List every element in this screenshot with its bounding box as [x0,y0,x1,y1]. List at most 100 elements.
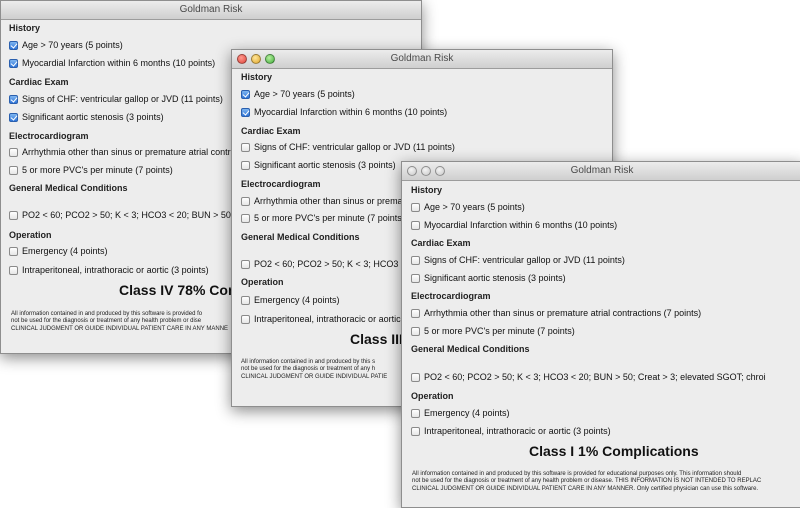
option-emergency[interactable]: Emergency (4 points) [411,408,510,418]
option-mi[interactable]: Myocardial Infarction within 6 months (1… [411,220,617,230]
option-chf-label: Signs of CHF: ventricular gallop or JVD … [254,142,455,152]
cardiac-exam-heading: Cardiac Exam [241,126,301,136]
electrocardiogram-heading: Electrocardiogram [411,291,491,301]
option-emergency-label: Emergency (4 points) [22,246,108,256]
option-mi[interactable]: Myocardial Infarction within 6 months (1… [9,58,215,68]
title-bar[interactable]: Goldman Risk [232,50,612,69]
checkbox[interactable] [241,160,250,170]
disclaimer: All information contained in and produce… [11,311,228,333]
checkbox[interactable] [411,408,420,418]
checkbox[interactable] [9,210,18,220]
checkbox[interactable] [411,372,420,382]
option-chf[interactable]: Signs of CHF: ventricular gallop or JVD … [411,255,625,265]
option-aortic-label: Significant aortic stenosis (3 points) [22,112,164,122]
option-emergency-label: Emergency (4 points) [254,295,340,305]
option-intraperitoneal[interactable]: Intraperitoneal, intrathoracic or aortic [241,314,401,324]
option-age-label: Age > 70 years (5 points) [22,40,123,50]
option-arrhythmia[interactable]: Arrhythmia other than sinus or prema [241,196,403,206]
disclaimer-line: All information contained in and produce… [412,471,742,477]
operation-heading: Operation [9,230,52,240]
checkbox[interactable] [9,246,18,256]
history-heading: History [241,72,273,82]
option-age-label: Age > 70 years (5 points) [424,202,525,212]
checkbox-checked[interactable] [241,107,250,117]
disclaimer-line: All information contained in and produce… [241,359,376,365]
option-aortic[interactable]: Significant aortic stenosis (3 points) [241,160,396,170]
option-pvc[interactable]: 5 or more PVC's per minute (7 points) [241,213,405,223]
window-title: Goldman Risk [390,53,454,64]
checkbox[interactable] [241,196,250,206]
option-intraperitoneal[interactable]: Intraperitoneal, intrathoracic or aortic… [411,426,611,436]
option-mi-label: Myocardial Infarction within 6 months (1… [424,220,618,230]
risk-result: Class IV 78% Com [119,282,241,298]
option-age[interactable]: Age > 70 years (5 points) [241,89,355,99]
disclaimer-line: CLINICAL JUDGMENT OR GUIDE INDIVIDUAL PA… [412,485,759,492]
option-age[interactable]: Age > 70 years (5 points) [411,202,525,212]
option-aortic[interactable]: Significant aortic stenosis (3 points) [411,273,566,283]
checkbox[interactable] [411,202,420,212]
option-mi[interactable]: Myocardial Infarction within 6 months (1… [241,107,447,117]
disclaimer-line: not be used for the diagnosis or treatme… [412,478,762,485]
checkbox[interactable] [411,220,420,230]
option-emergency[interactable]: Emergency (4 points) [9,246,108,256]
option-general[interactable]: PO2 < 60; PCO2 > 50; K < 3; HCO3 < 20; B… [411,372,766,382]
option-chf[interactable]: Signs of CHF: ventricular gallop or JVD … [241,142,455,152]
goldman-window-3: Goldman Risk History Age > 70 years (5 p… [401,161,800,508]
checkbox[interactable] [241,314,250,324]
option-intra-label: Intraperitoneal, intrathoracic or aortic [254,314,401,324]
window-title: Goldman Risk [179,4,243,15]
risk-result: Class I 1% Complications [529,443,699,459]
option-emergency[interactable]: Emergency (4 points) [241,295,340,305]
option-mi-label: Myocardial Infarction within 6 months (1… [254,107,448,117]
general-conditions-heading: General Medical Conditions [9,183,128,193]
checkbox-checked[interactable] [9,40,18,50]
option-pvc-label: 5 or more PVC's per minute (7 points) [424,326,575,336]
option-chf[interactable]: Signs of CHF: ventricular gallop or JVD … [9,94,223,104]
option-pvc[interactable]: 5 or more PVC's per minute (7 points) [411,326,575,336]
title-bar[interactable]: Goldman Risk [402,162,800,181]
checkbox[interactable] [411,255,420,265]
checkbox[interactable] [9,165,18,175]
option-general[interactable]: PO2 < 60; PCO2 > 50; K < 3; HCO3 < [241,259,406,269]
option-arrhythmia-label: Arrhythmia other than sinus or premature… [424,308,702,318]
checkbox[interactable] [241,295,250,305]
checkbox[interactable] [9,265,18,275]
checkbox[interactable] [411,308,420,318]
option-pvc-label: 5 or more PVC's per minute (7 points) [254,213,405,223]
checkbox-checked[interactable] [9,94,18,104]
checkbox[interactable] [411,273,420,283]
option-general-label: PO2 < 60; PCO2 > 50; K < 3; HCO3 < 20; B… [424,372,766,382]
checkbox-checked[interactable] [9,58,18,68]
disclaimer-line: not be used for the diagnosis or treatme… [11,318,202,325]
option-arrhythmia[interactable]: Arrhythmia other than sinus or premature… [411,308,701,318]
option-arrhythmia-label: Arrhythmia other than sinus or prema [254,196,403,206]
checkbox-checked[interactable] [241,89,250,99]
checkbox[interactable] [241,259,250,269]
option-aortic[interactable]: Significant aortic stenosis (3 points) [9,112,164,122]
disclaimer: All information contained in and produce… [412,471,761,493]
option-general[interactable]: PO2 < 60; PCO2 > 50; K < 3; HCO3 < 20; B… [9,210,233,220]
general-conditions-heading: General Medical Conditions [411,344,530,354]
checkbox[interactable] [411,426,420,436]
option-general-label: PO2 < 60; PCO2 > 50; K < 3; HCO3 < 20; B… [22,210,234,220]
option-chf-label: Signs of CHF: ventricular gallop or JVD … [424,255,625,265]
title-bar[interactable]: Goldman Risk [1,1,421,20]
option-pvc[interactable]: 5 or more PVC's per minute (7 points) [9,165,173,175]
history-heading: History [9,23,41,33]
cardiac-exam-heading: Cardiac Exam [411,238,471,248]
option-mi-label: Myocardial Infarction within 6 months (1… [22,58,216,68]
option-intraperitoneal[interactable]: Intraperitoneal, intrathoracic or aortic… [9,265,209,275]
option-age-label: Age > 70 years (5 points) [254,89,355,99]
checkbox[interactable] [241,213,250,223]
electrocardiogram-heading: Electrocardiogram [241,179,321,189]
checkbox[interactable] [241,142,250,152]
checkbox-checked[interactable] [9,112,18,122]
option-arrhythmia[interactable]: Arrhythmia other than sinus or premature… [9,147,231,157]
option-aortic-label: Significant aortic stenosis (3 points) [424,273,566,283]
option-intra-label: Intraperitoneal, intrathoracic or aortic… [424,426,611,436]
general-conditions-heading: General Medical Conditions [241,232,360,242]
checkbox[interactable] [9,147,18,157]
checkbox[interactable] [411,326,420,336]
electrocardiogram-heading: Electrocardiogram [9,131,89,141]
option-age[interactable]: Age > 70 years (5 points) [9,40,123,50]
